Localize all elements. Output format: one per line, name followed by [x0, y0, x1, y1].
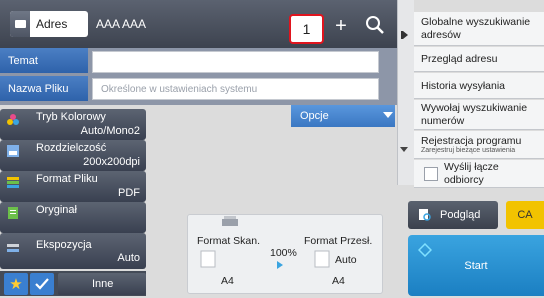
add-destination-button[interactable]: +	[329, 14, 353, 38]
program-subtitle: Zarejestruj bieżące ustawienia	[421, 147, 516, 154]
menu-address-review[interactable]: Przegląd adresu	[414, 47, 544, 72]
setting-label: Format Pliku	[36, 173, 98, 185]
setting-value: PDF	[118, 187, 140, 199]
resolution-icon	[7, 145, 19, 157]
scan-page-icon	[200, 250, 216, 268]
setting-value: Auto/Mono2	[80, 125, 140, 137]
ca-button[interactable]: CA	[506, 201, 544, 229]
exposure-icon	[7, 244, 19, 252]
scan-size-value: A4	[221, 275, 234, 287]
address-book-icon	[10, 11, 30, 37]
file-format-button[interactable]: Format Pliku PDF	[0, 171, 146, 202]
original-icon	[8, 207, 18, 219]
destination-name[interactable]: AAA AAA	[96, 17, 146, 31]
resolution-button[interactable]: Rozdzielczość 200x200dpi	[0, 140, 146, 171]
checkmark-icon	[35, 278, 49, 290]
send-size-value: A4	[332, 275, 345, 287]
scanner-icon	[222, 216, 238, 226]
scroll-down-icon[interactable]	[400, 147, 408, 152]
search-icon	[366, 16, 384, 34]
color-mode-icon	[7, 114, 19, 125]
original-button[interactable]: Oryginał	[0, 202, 146, 233]
favorites-button[interactable]: ★	[4, 273, 28, 295]
setting-value: Auto	[117, 252, 140, 264]
menu-global-address-search[interactable]: Globalne wyszukiwanie adresów	[414, 12, 544, 46]
chevron-down-icon	[383, 112, 393, 118]
menu-send-history[interactable]: Historia wysyłania	[414, 73, 544, 99]
file-format-icon	[7, 177, 19, 188]
program-title: Rejestracja programu	[421, 135, 522, 147]
start-icon	[418, 243, 432, 257]
menu-send-reply-link[interactable]: Wyślij łącze odbiorcy	[414, 160, 544, 188]
preview-icon	[419, 209, 431, 221]
address-book-button[interactable]: Adres	[10, 11, 88, 37]
reply-link-label: Wyślij łącze odbiorcy	[444, 161, 499, 186]
collapse-arrow-icon	[403, 31, 408, 39]
arrow-right-icon	[277, 261, 283, 269]
options-button[interactable]: Opcje	[291, 105, 395, 127]
start-label: Start	[464, 259, 488, 272]
send-size-label: Format Przesł.	[304, 235, 373, 247]
setting-value: 200x200dpi	[83, 156, 140, 168]
send-auto-label: Auto	[335, 254, 357, 266]
destination-count[interactable]: 1	[289, 14, 324, 44]
confirm-button[interactable]	[30, 273, 54, 295]
exposure-button[interactable]: Ekspozycja Auto	[0, 233, 146, 269]
reply-link-checkbox[interactable]	[424, 166, 438, 181]
menu-program-registration[interactable]: Rejestracja programu Zarejestruj bieżące…	[414, 131, 544, 159]
subject-field[interactable]	[92, 51, 379, 73]
search-button[interactable]	[362, 12, 388, 38]
color-mode-button[interactable]: Tryb Kolorowy Auto/Mono2	[0, 109, 146, 140]
other-button[interactable]: Inne	[58, 273, 146, 295]
filename-label[interactable]: Nazwa Pliku	[0, 76, 88, 101]
menu-collapse-strip[interactable]	[397, 0, 414, 185]
setting-label: Rozdzielczość	[36, 142, 107, 154]
address-button-label: Adres	[36, 17, 68, 31]
send-page-icon	[314, 250, 330, 268]
subject-label[interactable]: Temat	[0, 48, 88, 73]
star-icon: ★	[9, 276, 23, 293]
ratio-label: 100%	[270, 247, 297, 259]
setting-label: Tryb Kolorowy	[36, 111, 106, 123]
menu-number-search[interactable]: Wywołaj wyszukiwanie numerów	[414, 100, 544, 130]
setting-label: Ekspozycja	[36, 239, 92, 251]
setting-label: Oryginał	[36, 204, 77, 216]
start-button[interactable]: Start	[408, 235, 544, 296]
scan-size-label: Format Skan.	[197, 235, 261, 247]
filename-field[interactable]: Określone w ustawieniach systemu	[92, 78, 379, 100]
preview-button[interactable]: Podgląd	[408, 201, 498, 229]
preview-label: Podgląd	[440, 209, 481, 221]
